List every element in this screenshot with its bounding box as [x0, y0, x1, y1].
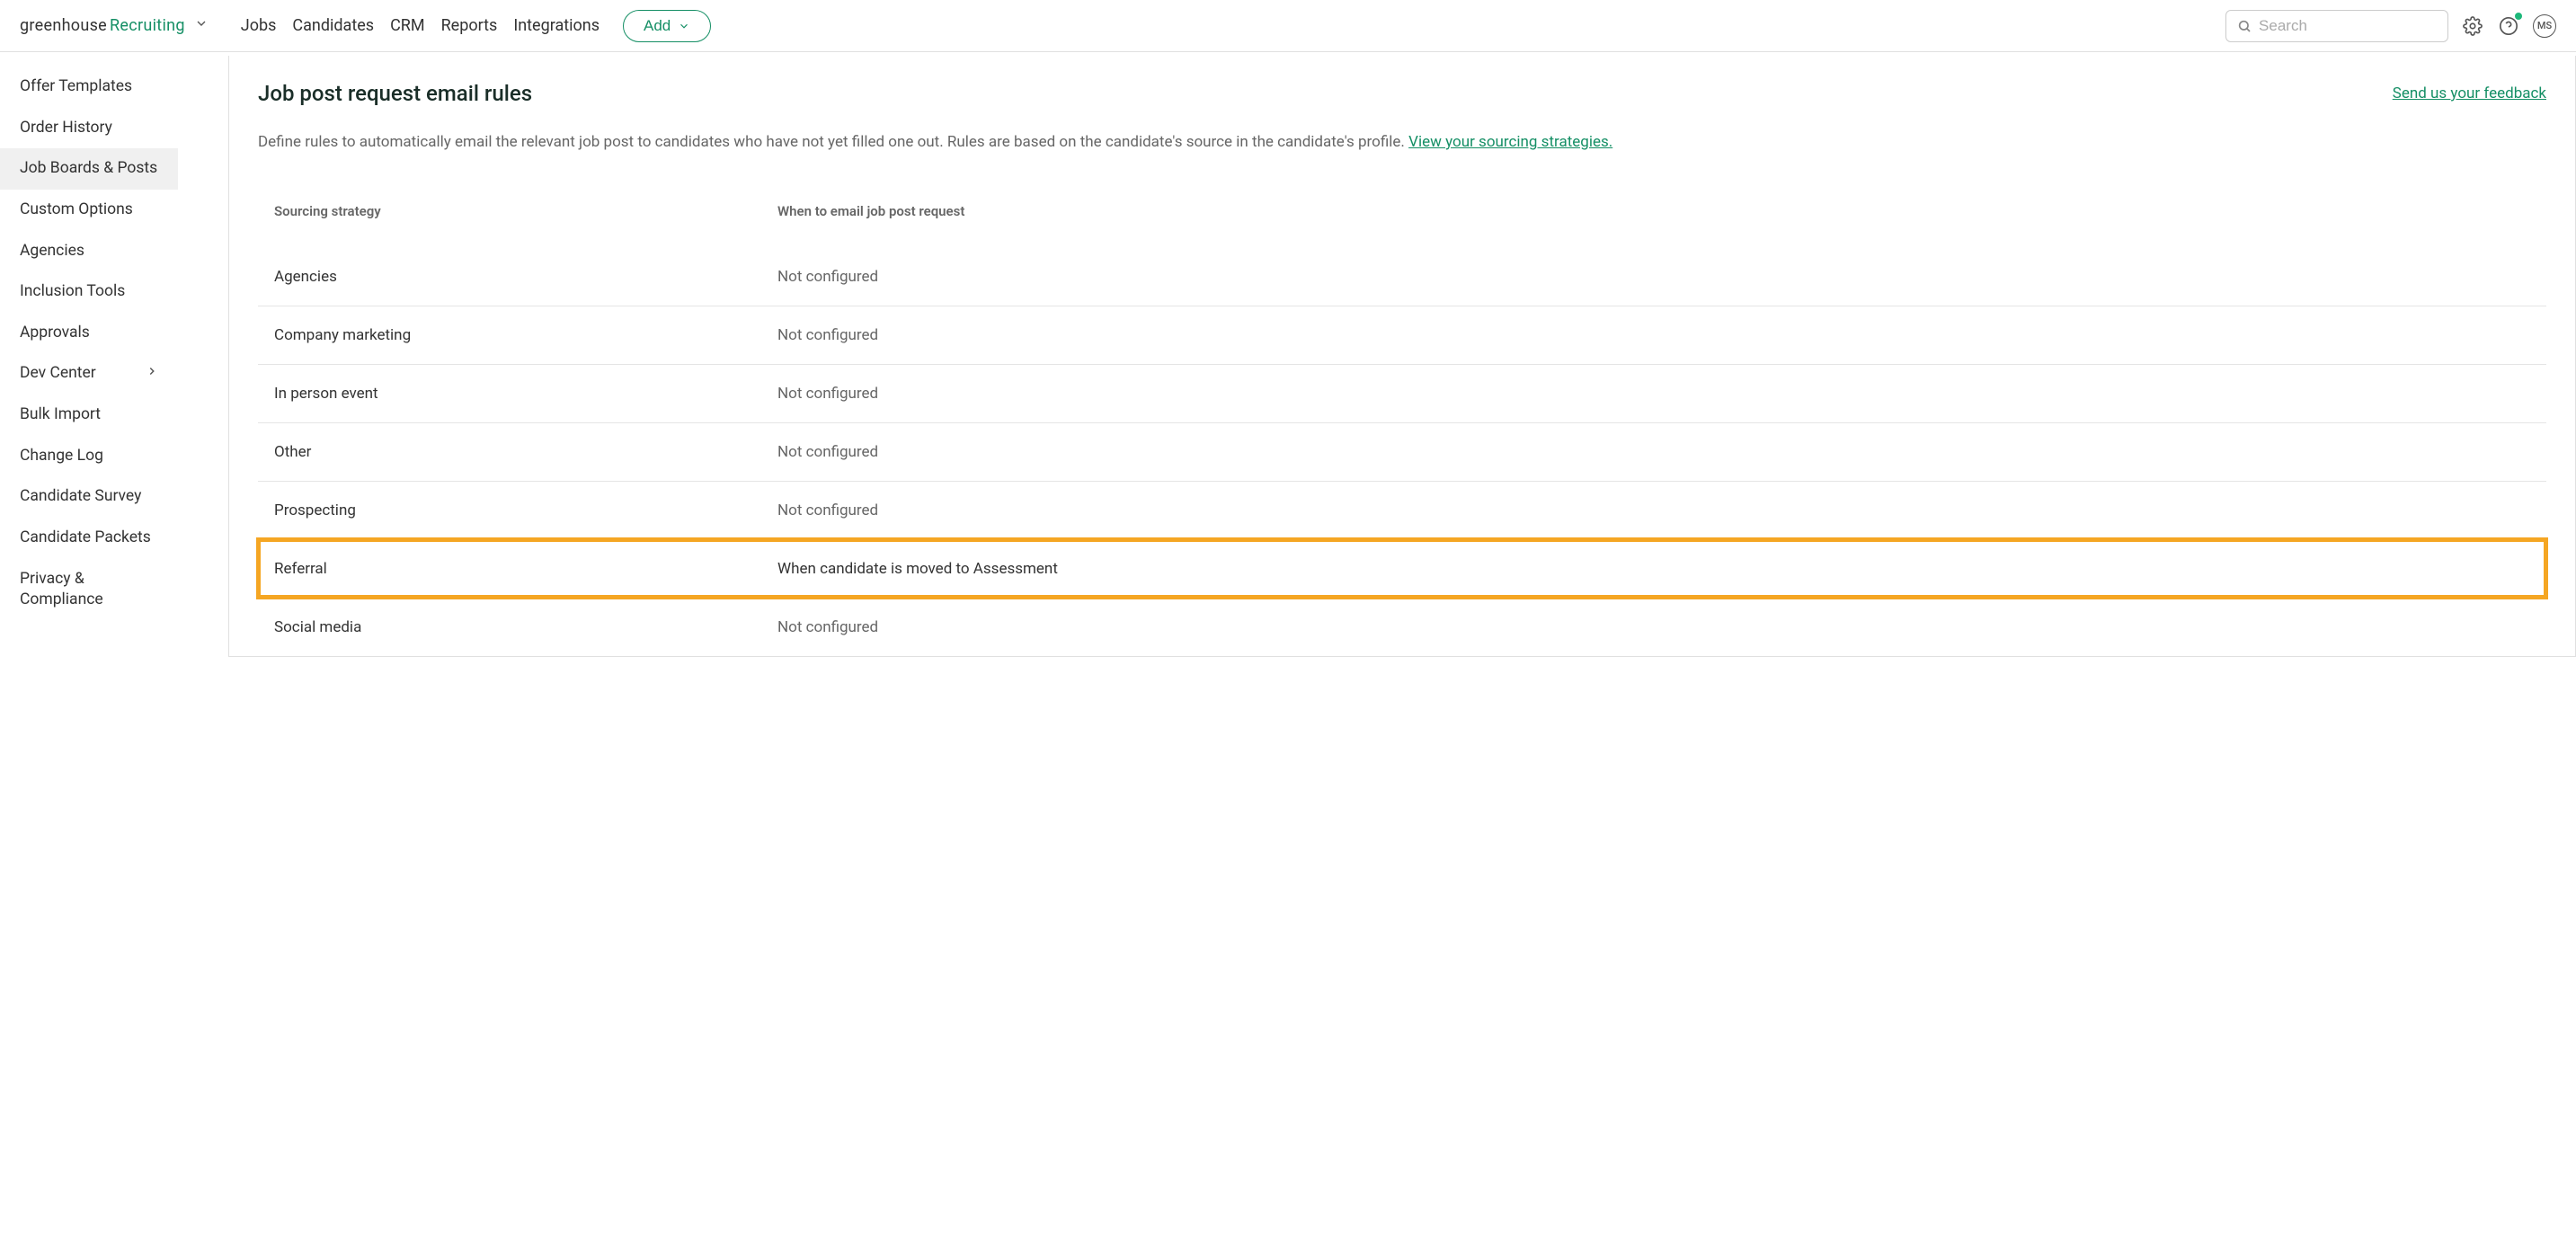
sidebar-item-label: Dev Center: [20, 363, 96, 385]
sidebar-item-label: Candidate Survey: [20, 486, 141, 508]
description-text: Define rules to automatically email the …: [258, 133, 1405, 151]
logo-text-recruiting: Recruiting: [110, 16, 185, 35]
header-right: MS: [2225, 10, 2556, 42]
cell-when: When candidate is moved to Assessment: [777, 560, 2530, 578]
chevron-down-icon: [678, 20, 690, 32]
avatar-initials: MS: [2537, 20, 2552, 31]
col-header-strategy: Sourcing strategy: [274, 203, 777, 219]
cell-strategy: Social media: [274, 618, 777, 636]
logo[interactable]: greenhouse Recruiting: [20, 16, 209, 35]
cell-strategy: Agencies: [274, 268, 777, 286]
cell-strategy: In person event: [274, 385, 777, 403]
add-button[interactable]: Add: [623, 10, 711, 42]
sidebar: Offer Templates Order History Job Boards &…: [0, 52, 228, 657]
table-row[interactable]: OtherNot configured: [258, 422, 2546, 481]
sidebar-item-agencies[interactable]: Agencies: [0, 231, 178, 272]
table-row[interactable]: Company marketingNot configured: [258, 306, 2546, 364]
main-layout: Offer Templates Order History Job Boards &…: [0, 52, 2576, 657]
nav-candidates[interactable]: Candidates: [292, 16, 374, 35]
nav-integrations[interactable]: Integrations: [513, 16, 600, 35]
sidebar-item-order-history[interactable]: Order History: [0, 108, 178, 149]
page-header: Job post request email rules Send us you…: [229, 56, 2575, 106]
col-header-when: When to email job post request: [777, 203, 2530, 219]
main-nav: Jobs Candidates CRM Reports Integrations: [241, 16, 600, 35]
chevron-down-icon[interactable]: [194, 16, 209, 35]
sidebar-item-candidate-packets[interactable]: Candidate Packets: [0, 518, 178, 559]
table-row[interactable]: ProspectingNot configured: [258, 481, 2546, 539]
cell-when: Not configured: [777, 618, 2530, 636]
logo-text-greenhouse: greenhouse: [20, 16, 107, 35]
page-description: Define rules to automatically email the …: [229, 106, 2575, 155]
chevron-right-icon: [146, 363, 158, 385]
cell-when: Not configured: [777, 443, 2530, 461]
sidebar-item-label: Candidate Packets: [20, 528, 151, 549]
nav-crm[interactable]: CRM: [390, 16, 425, 35]
cell-strategy: Other: [274, 443, 777, 461]
settings-button[interactable]: [2461, 14, 2484, 38]
notification-dot-icon: [2515, 13, 2522, 20]
feedback-link[interactable]: Send us your feedback: [2393, 84, 2546, 102]
sidebar-item-bulk-import[interactable]: Bulk Import: [0, 395, 178, 436]
avatar[interactable]: MS: [2533, 14, 2556, 38]
table-row[interactable]: AgenciesNot configured: [258, 248, 2546, 306]
cell-when: Not configured: [777, 501, 2530, 519]
content-area: Job post request email rules Send us you…: [228, 56, 2576, 657]
sidebar-item-label: Offer Templates: [20, 76, 132, 98]
sidebar-item-approvals[interactable]: Approvals: [0, 313, 178, 354]
sidebar-item-change-log[interactable]: Change Log: [0, 436, 178, 477]
page-title: Job post request email rules: [258, 81, 532, 106]
search-input[interactable]: [2259, 17, 2437, 35]
sidebar-item-dev-center[interactable]: Dev Center: [0, 353, 178, 395]
table-row[interactable]: Social mediaNot configured: [258, 598, 2546, 656]
sidebar-item-label: Inclusion Tools: [20, 281, 125, 303]
gear-icon: [2463, 16, 2483, 36]
sidebar-item-label: Change Log: [20, 446, 103, 467]
cell-strategy: Referral: [274, 560, 777, 578]
sidebar-item-inclusion-tools[interactable]: Inclusion Tools: [0, 271, 178, 313]
rules-table: Sourcing strategy When to email job post…: [258, 191, 2546, 656]
sidebar-item-label: Order History: [20, 118, 112, 139]
sidebar-item-candidate-survey[interactable]: Candidate Survey: [0, 476, 178, 518]
table-row[interactable]: ReferralWhen candidate is moved to Asses…: [258, 539, 2546, 598]
sidebar-item-label: Approvals: [20, 323, 90, 344]
help-button[interactable]: [2497, 14, 2520, 38]
table-body: AgenciesNot configuredCompany marketingN…: [258, 248, 2546, 656]
sidebar-item-job-boards-posts[interactable]: Job Boards & Posts: [0, 148, 178, 190]
search-box[interactable]: [2225, 10, 2448, 42]
nav-reports[interactable]: Reports: [441, 16, 498, 35]
table-header: Sourcing strategy When to email job post…: [258, 191, 2546, 232]
sidebar-item-offer-templates[interactable]: Offer Templates: [0, 67, 178, 108]
sidebar-item-label: Agencies: [20, 241, 84, 262]
search-icon: [2237, 18, 2252, 34]
cell-strategy: Company marketing: [274, 326, 777, 344]
top-header: greenhouse Recruiting Jobs Candidates CR…: [0, 0, 2576, 52]
sidebar-item-label: Job Boards & Posts: [20, 158, 157, 180]
sourcing-strategies-link[interactable]: View your sourcing strategies.: [1408, 133, 1612, 151]
sidebar-item-label: Bulk Import: [20, 404, 101, 426]
nav-jobs[interactable]: Jobs: [241, 16, 277, 35]
sidebar-item-custom-options[interactable]: Custom Options: [0, 190, 178, 231]
add-button-label: Add: [644, 17, 671, 35]
sidebar-item-label: Privacy & Compliance: [20, 569, 158, 611]
cell-when: Not configured: [777, 326, 2530, 344]
sidebar-item-privacy-compliance[interactable]: Privacy & Compliance: [0, 559, 178, 621]
table-row[interactable]: In person eventNot configured: [258, 364, 2546, 422]
cell-strategy: Prospecting: [274, 501, 777, 519]
cell-when: Not configured: [777, 268, 2530, 286]
sidebar-item-label: Custom Options: [20, 200, 133, 221]
cell-when: Not configured: [777, 385, 2530, 403]
